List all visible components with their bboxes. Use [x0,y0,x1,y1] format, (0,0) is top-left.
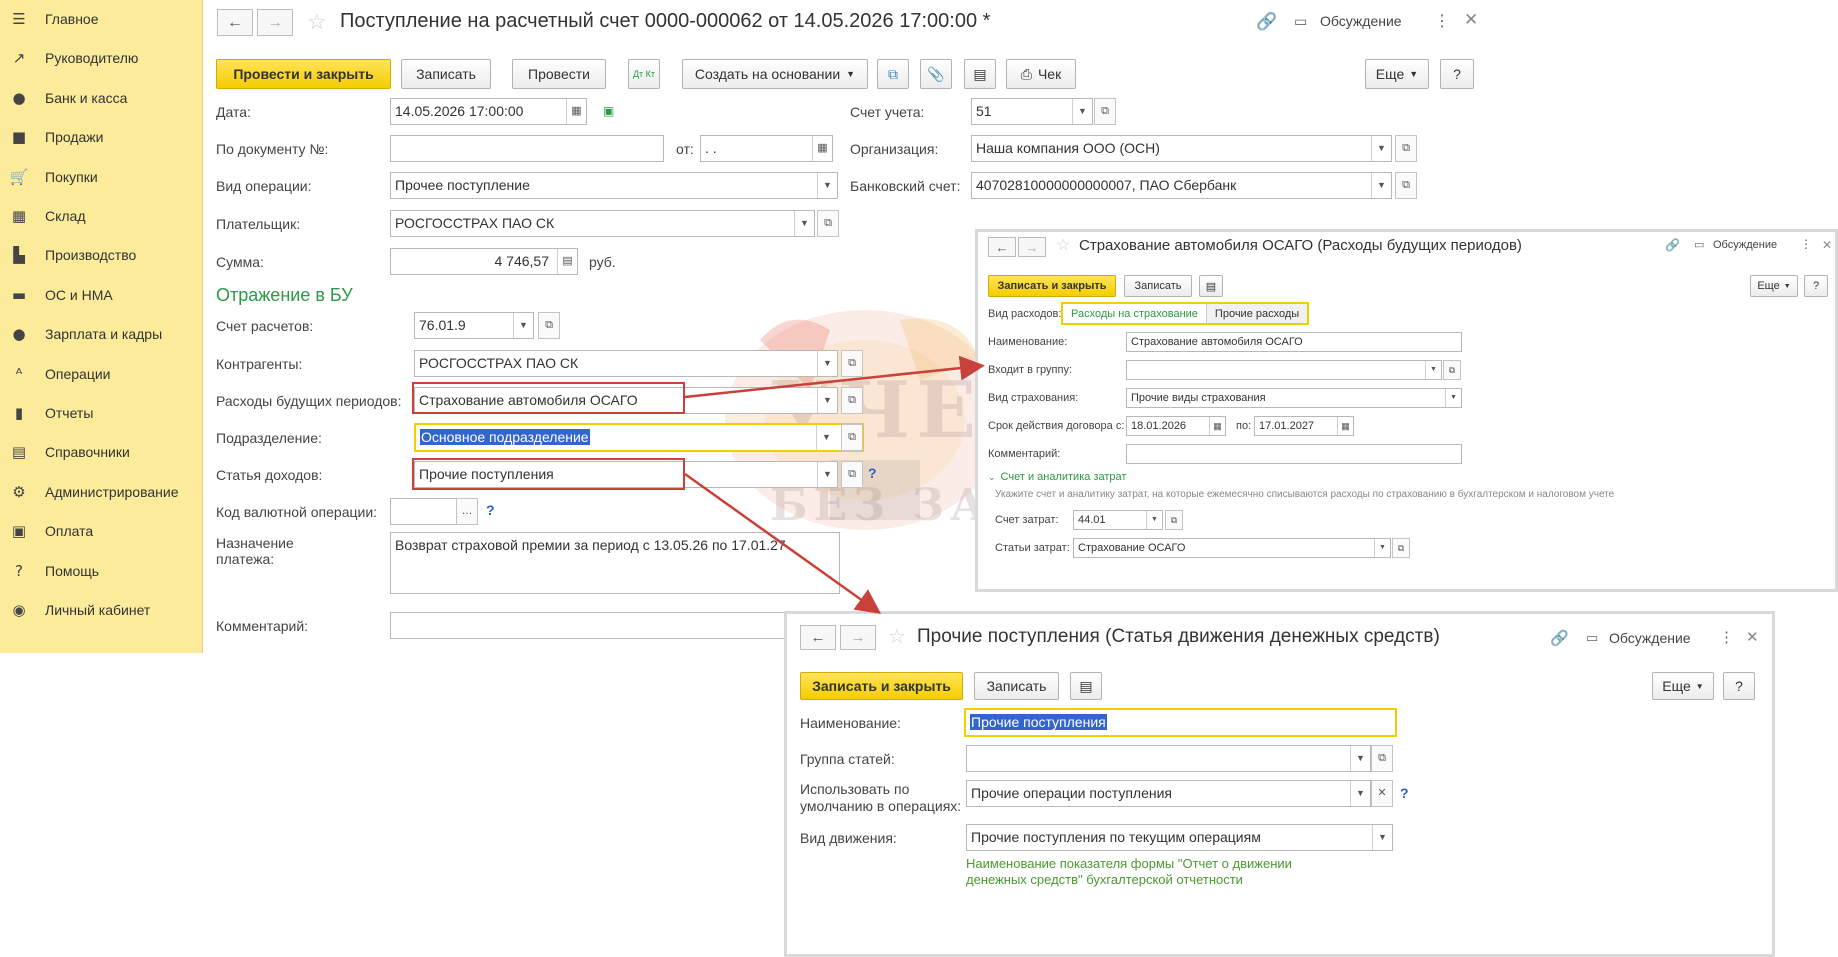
annotation-arrows [684,355,985,614]
